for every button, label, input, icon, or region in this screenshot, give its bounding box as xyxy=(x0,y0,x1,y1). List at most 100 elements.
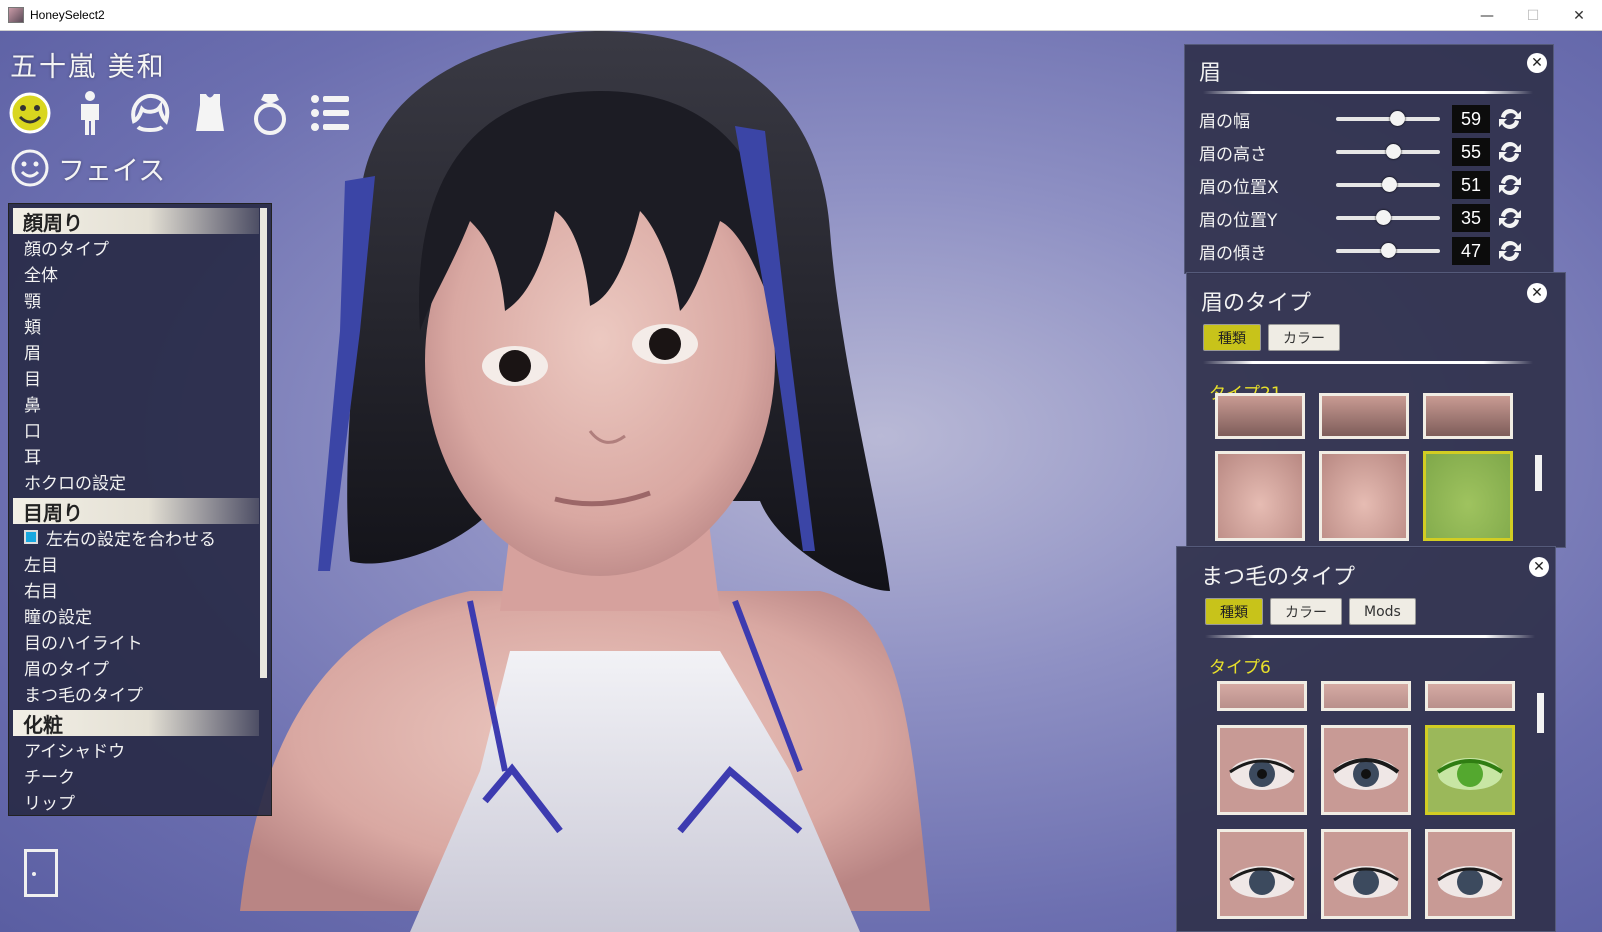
slider-track[interactable] xyxy=(1336,111,1440,126)
brow-thumbnail[interactable] xyxy=(1215,451,1305,541)
lash-thumbnail[interactable] xyxy=(1217,681,1307,711)
slider-label: 眉の傾き xyxy=(1199,243,1267,264)
hair-icon xyxy=(131,93,170,132)
menu-item[interactable]: アイシャドウ xyxy=(9,736,271,762)
thumbnail-scrollbar[interactable] xyxy=(1535,455,1542,491)
slider-label: 眉の高さ xyxy=(1199,144,1267,165)
smiley-face-icon xyxy=(9,92,51,134)
slider-value-input[interactable]: 35 xyxy=(1452,204,1490,232)
slider-track[interactable] xyxy=(1336,243,1440,258)
section-label: フェイス xyxy=(58,155,166,187)
slider-track[interactable] xyxy=(1336,177,1440,192)
menu-item[interactable]: 眉のタイプ xyxy=(9,654,271,680)
tab-color-button[interactable]: カラー xyxy=(1268,324,1340,351)
menu-item[interactable]: 顎 xyxy=(9,286,271,312)
brow-thumbnail[interactable] xyxy=(1423,393,1513,439)
slider-track[interactable] xyxy=(1336,210,1440,225)
close-window-button[interactable]: ✕ xyxy=(1556,0,1602,31)
slider-value-input[interactable]: 59 xyxy=(1452,105,1490,133)
tab-type-button[interactable]: 種類 xyxy=(1203,324,1261,351)
brow-thumbnail[interactable] xyxy=(1319,393,1409,439)
reset-icon[interactable] xyxy=(1496,237,1524,265)
menu-item[interactable]: ホクロの設定 xyxy=(9,468,271,494)
tab-color-button[interactable]: カラー xyxy=(1270,598,1342,625)
menu-item[interactable]: 瞳の設定 xyxy=(9,602,271,628)
menu-item[interactable]: 眉 xyxy=(9,338,271,364)
close-panel-button[interactable]: ✕ xyxy=(1527,53,1547,73)
reset-icon[interactable] xyxy=(1496,204,1524,232)
slider-track[interactable] xyxy=(1336,144,1440,159)
tab-accessory[interactable] xyxy=(248,88,292,138)
tab-body[interactable] xyxy=(68,88,112,138)
tab-buttons: 種類 カラー Mods xyxy=(1205,598,1416,625)
lash-thumbnail[interactable] xyxy=(1217,725,1307,815)
maximize-button[interactable]: ☐ xyxy=(1510,0,1556,31)
menu-item[interactable]: まつ毛のタイプ xyxy=(9,680,271,706)
minimize-button[interactable]: — xyxy=(1464,0,1510,31)
tab-type-button[interactable]: 種類 xyxy=(1205,598,1263,625)
lash-thumbnail[interactable] xyxy=(1321,829,1411,919)
app-icon xyxy=(8,7,24,23)
slider-row: 眉の高さ 55 xyxy=(1199,136,1539,168)
menu-item[interactable]: リップ xyxy=(9,788,271,814)
slider-value-input[interactable]: 47 xyxy=(1452,237,1490,265)
tab-clothing[interactable] xyxy=(188,88,232,138)
menu-item[interactable]: 鼻 xyxy=(9,390,271,416)
brow-thumbnail[interactable] xyxy=(1319,451,1409,541)
menu-group-header: 目周り xyxy=(13,498,259,525)
reset-icon[interactable] xyxy=(1496,171,1524,199)
menu-item[interactable]: 目のハイライト xyxy=(9,628,271,654)
menu-item[interactable]: 口 xyxy=(9,416,271,442)
slider-knob[interactable] xyxy=(1382,177,1398,192)
tab-buttons: 種類 カラー xyxy=(1203,324,1340,351)
menu-item[interactable]: 頬 xyxy=(9,312,271,338)
slider-row: 眉の位置Y 35 xyxy=(1199,202,1539,234)
slider-value-input[interactable]: 51 xyxy=(1452,171,1490,199)
menu-item[interactable]: チーク xyxy=(9,762,271,788)
menu-item[interactable]: 右目 xyxy=(9,576,271,602)
thumbnail-scrollbar[interactable] xyxy=(1537,693,1544,733)
sync-left-right-toggle[interactable]: 左右の設定を合わせる xyxy=(9,524,271,550)
menu-scrollbar[interactable] xyxy=(260,208,267,678)
slider-knob[interactable] xyxy=(1375,210,1391,225)
close-panel-button[interactable]: ✕ xyxy=(1527,283,1547,303)
eyebrow-panel: 眉 ✕ 眉の幅 59 眉の高さ 55 眉の位置X 51 眉の位置Y 35 眉の傾… xyxy=(1184,44,1554,274)
face-menu-list[interactable]: 顔周り 顔のタイプ 全体 顎 頬 眉 目 鼻 口 耳 ホクロの設定 目周り 左右… xyxy=(8,203,272,816)
brow-thumbnail-selected[interactable] xyxy=(1423,451,1513,541)
slider-value-input[interactable]: 55 xyxy=(1452,138,1490,166)
lash-thumbnail[interactable] xyxy=(1321,725,1411,815)
tab-system[interactable] xyxy=(308,88,352,138)
lash-thumbnail[interactable] xyxy=(1425,829,1515,919)
close-panel-button[interactable]: ✕ xyxy=(1529,557,1549,577)
menu-item[interactable]: 左目 xyxy=(9,550,271,576)
slider-knob[interactable] xyxy=(1386,144,1402,159)
lash-thumbnail-selected[interactable] xyxy=(1425,725,1515,815)
accessory-ring-icon xyxy=(254,94,286,135)
menu-item[interactable]: 全体 xyxy=(9,260,271,286)
reset-icon[interactable] xyxy=(1496,138,1524,166)
tab-mods-button[interactable]: Mods xyxy=(1349,598,1416,625)
slider-knob[interactable] xyxy=(1390,111,1406,126)
brow-thumbnail[interactable] xyxy=(1215,393,1305,439)
brow-type-panel: 眉のタイプ ✕ 種類 カラー タイプ21 xyxy=(1186,272,1566,548)
checkbox-icon[interactable] xyxy=(24,530,38,544)
slider-knob[interactable] xyxy=(1381,243,1396,258)
lash-thumbnail[interactable] xyxy=(1217,829,1307,919)
lash-thumbnail[interactable] xyxy=(1425,681,1515,711)
menu-item[interactable]: 耳 xyxy=(9,442,271,468)
panel-divider xyxy=(1203,361,1533,364)
tab-hair[interactable] xyxy=(128,88,172,138)
menu-item[interactable]: 目 xyxy=(9,364,271,390)
slider-row: 眉の幅 59 xyxy=(1199,103,1539,135)
window-controls: — ☐ ✕ xyxy=(1464,0,1602,31)
reset-icon[interactable] xyxy=(1496,105,1524,133)
lash-thumbnail[interactable] xyxy=(1321,681,1411,711)
tab-face[interactable] xyxy=(8,88,52,138)
body-figure-icon xyxy=(81,91,99,135)
panel-divider xyxy=(1203,91,1533,94)
exit-door-icon[interactable] xyxy=(24,849,58,897)
menu-item[interactable]: 顔のタイプ xyxy=(9,234,271,260)
slider-row: 眉の位置X 51 xyxy=(1199,169,1539,201)
slider-label: 眉の位置Y xyxy=(1199,210,1278,231)
slider-label: 眉の幅 xyxy=(1199,111,1250,132)
